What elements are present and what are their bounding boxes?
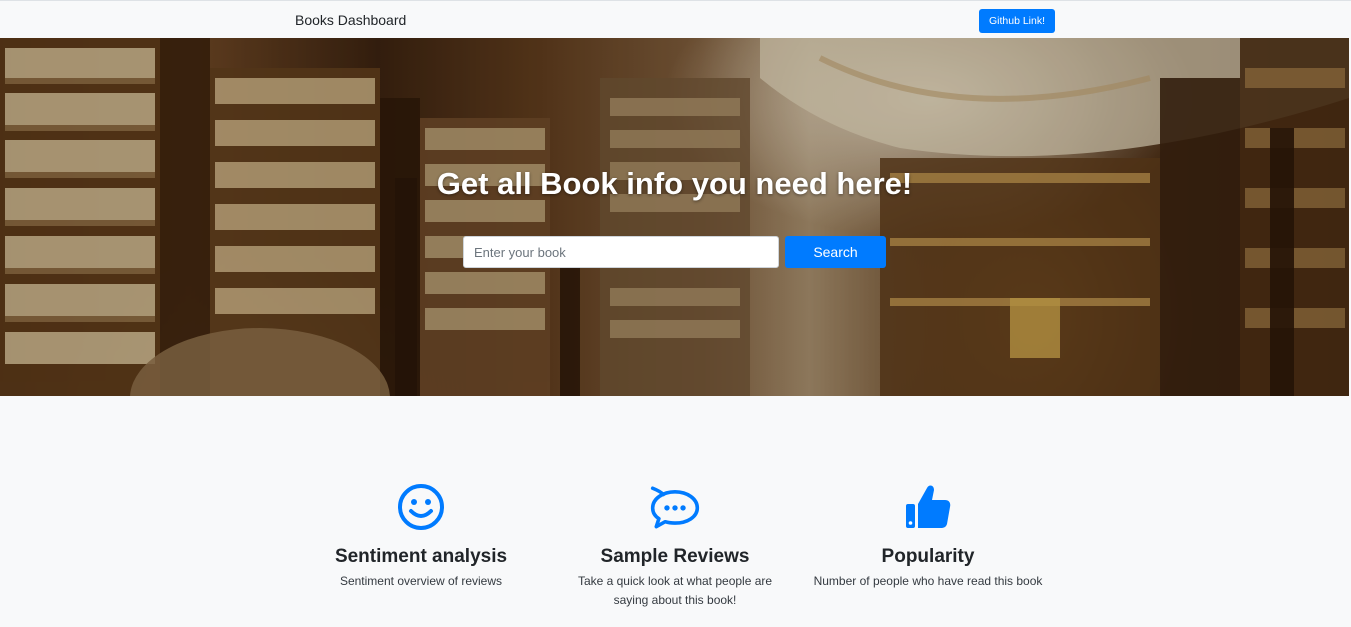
book-search-input[interactable] [463,236,779,268]
navbar: Books Dashboard Github Link! [0,0,1351,38]
hero-banner: Get all Book info you need here! Search [0,38,1349,396]
feature-description: Take a quick look at what people are say… [577,574,773,607]
feature-popularity: Popularity Number of people who have rea… [813,482,1043,591]
feature-title: Sample Reviews [600,546,750,567]
hero-title: Get all Book info you need here! [436,166,913,201]
feature-title: Popularity [881,546,975,567]
chat-bubble-icon [650,486,700,529]
feature-description: Number of people who have read this book [813,574,1043,588]
hero-overlay [0,38,1349,396]
github-link-button[interactable]: Github Link! [979,9,1055,33]
feature-title: Sentiment analysis [334,546,508,567]
brand-link[interactable]: Books Dashboard [295,12,406,28]
smiley-face-icon [398,484,444,530]
feature-sample-reviews: Sample Reviews Take a quick look at what… [560,482,790,610]
thumbs-up-icon [906,485,951,528]
search-button[interactable]: Search [785,236,886,268]
feature-sentiment-analysis: Sentiment analysis Sentiment overview of… [306,482,536,591]
feature-description: Sentiment overview of reviews [339,574,503,588]
